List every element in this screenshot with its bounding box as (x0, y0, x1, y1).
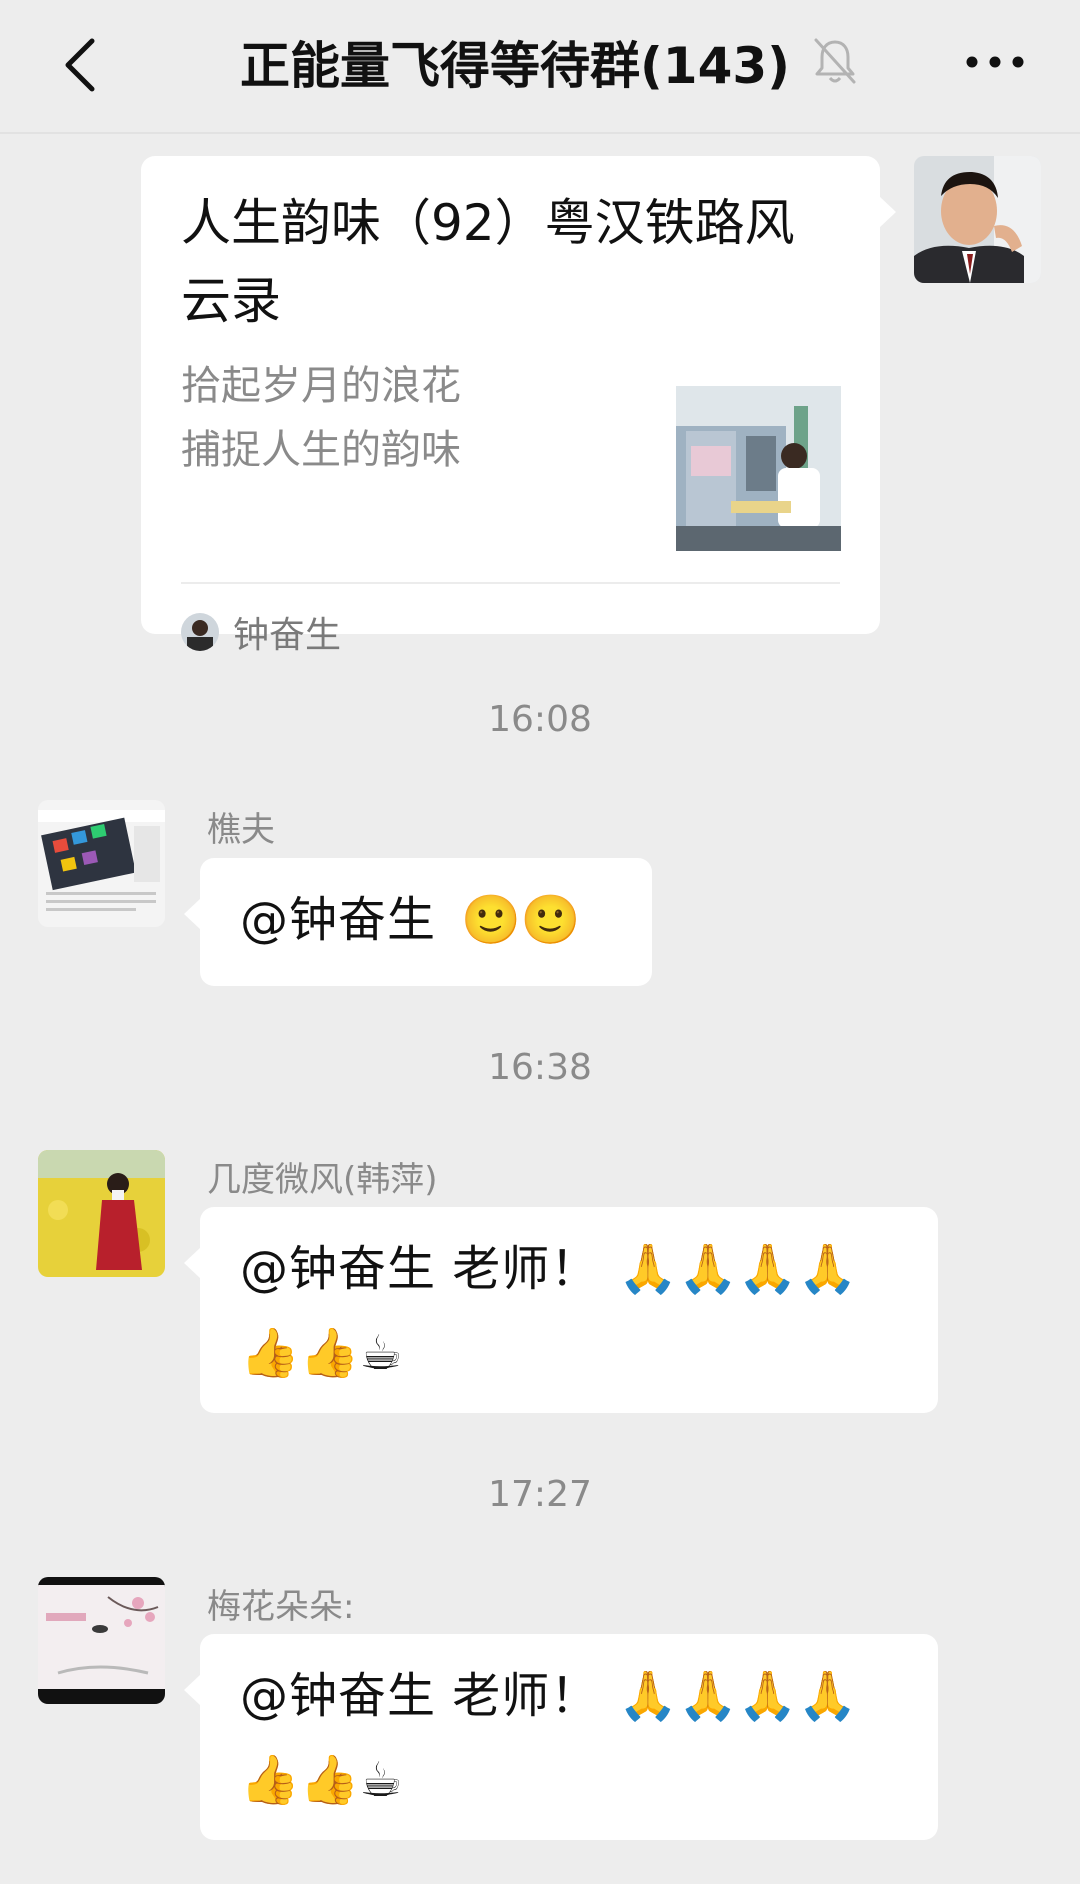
self-avatar[interactable] (914, 156, 1041, 283)
chat-title: 正能量飞得等待群(143) (239, 37, 791, 95)
pray-emoji-icon: 🙏🙏🙏🙏 (618, 1668, 858, 1724)
card-divider (181, 582, 840, 584)
timestamp: 16:38 (488, 1047, 592, 1088)
sender-avatar[interactable] (38, 1577, 165, 1704)
bell-off-icon (814, 38, 856, 84)
chevron-left-icon (65, 38, 95, 92)
mention-text: @钟奋生 老师！ (240, 1241, 600, 1297)
sender-name: 樵夫 (207, 810, 275, 850)
message-bubble[interactable]: @钟奋生 老师！ 🙏🙏🙏🙏 👍👍☕ (184, 1634, 938, 1840)
message-bubble[interactable]: @钟奋生 🙂🙂 (184, 858, 652, 986)
thumbs-up-coffee-emoji-icon: 👍👍☕ (240, 1752, 403, 1808)
pray-emoji-icon: 🙏🙏🙏🙏 (618, 1241, 858, 1297)
timestamp: 16:08 (488, 699, 592, 740)
more-button[interactable] (940, 22, 1050, 102)
thumbs-up-coffee-emoji-icon: 👍👍☕ (240, 1325, 403, 1381)
back-button[interactable] (30, 20, 130, 110)
article-desc-line: 捕捉人生的韵味 (181, 427, 461, 473)
sender-name: 几度微风(韩萍) (207, 1160, 438, 1200)
article-desc-line: 拾起岁月的浪花 (181, 363, 461, 409)
source-avatar (181, 613, 219, 651)
more-dots-icon (966, 56, 1024, 68)
sender-avatar[interactable] (38, 1150, 165, 1277)
sender-avatar[interactable] (38, 800, 165, 927)
source-name: 钟奋生 (233, 615, 342, 656)
article-source: 钟奋生 (181, 602, 341, 662)
article-title: 人生韵味（92）粤汉铁路风云录 (181, 194, 795, 330)
sender-name: 梅花朵朵: (207, 1587, 355, 1627)
article-thumbnail (676, 386, 841, 551)
article-card[interactable]: 人生韵味（92）粤汉铁路风云录 拾起岁月的浪花 捕捉人生的韵味 钟奋生 (141, 156, 896, 656)
message-bubble[interactable]: @钟奋生 老师！ 🙏🙏🙏🙏 👍👍☕ (184, 1207, 938, 1413)
timestamp: 17:27 (488, 1474, 592, 1515)
mention-text: @钟奋生 老师！ (240, 1668, 600, 1724)
smile-emoji-icon: 🙂🙂 (461, 892, 581, 948)
article-description: 拾起岁月的浪花 捕捉人生的韵味 (181, 354, 601, 482)
mention-text: @钟奋生 (240, 892, 437, 948)
chat-header: 正能量飞得等待群(143) (0, 0, 1080, 134)
